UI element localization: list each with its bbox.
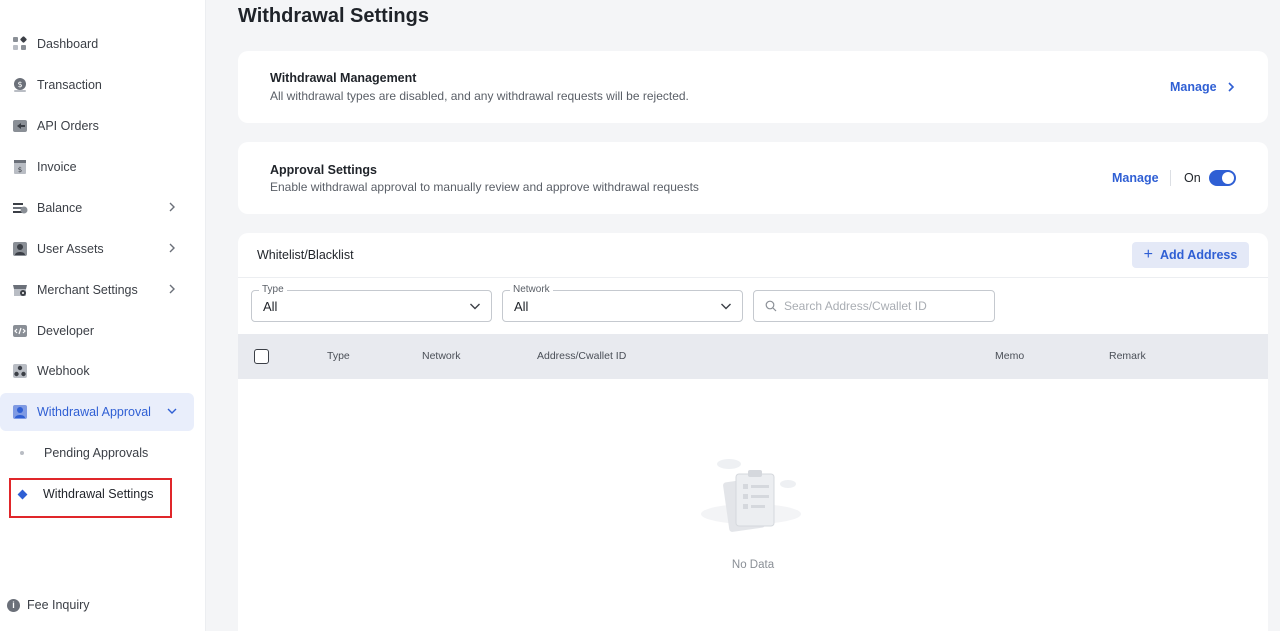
search-icon: [765, 300, 777, 312]
sidebar-item-label: Developer: [37, 324, 94, 338]
svg-text:$: $: [17, 80, 22, 89]
withdrawal-management-description: All withdrawal types are disabled, and a…: [270, 89, 689, 103]
type-select-label: Type: [259, 284, 287, 295]
empty-clipboard-icon: [701, 459, 801, 532]
approval-settings-manage-link[interactable]: Manage: [1112, 171, 1159, 185]
sidebar-item-label: Balance: [37, 201, 83, 215]
withdrawal-management-card: Withdrawal Management All withdrawal typ…: [238, 51, 1268, 123]
sidebar-item-developer[interactable]: Developer: [0, 312, 194, 350]
select-all-checkbox[interactable]: [254, 349, 269, 364]
sidebar-item-label: Transaction: [37, 78, 102, 92]
sidebar-item-api-orders[interactable]: API Orders: [0, 107, 194, 145]
sidebar-item-label: API Orders: [37, 119, 99, 133]
sidebar: Dashboard $ Transaction API Orders $ Inv…: [0, 0, 206, 631]
column-header-memo[interactable]: Memo: [995, 350, 1024, 362]
sidebar-subitem-label: Pending Approvals: [44, 446, 149, 460]
chevron-down-icon: [470, 303, 480, 310]
chevron-right-icon: [169, 284, 175, 294]
sidebar-item-label: Dashboard: [37, 37, 99, 51]
network-select-value: All: [514, 299, 529, 314]
sidebar-item-label: Merchant Settings: [37, 283, 138, 297]
sidebar-item-dashboard[interactable]: Dashboard: [0, 25, 194, 63]
bullet-dot-icon: [20, 451, 24, 455]
type-select[interactable]: Type All: [251, 284, 492, 322]
search-input[interactable]: [784, 299, 984, 313]
fee-inquiry-label: Fee Inquiry: [27, 598, 90, 612]
developer-icon: [12, 323, 28, 339]
add-address-button[interactable]: + Add Address: [1132, 242, 1249, 268]
highlight-box: [9, 478, 172, 518]
sidebar-item-invoice[interactable]: $ Invoice: [0, 148, 194, 186]
search-box: [753, 290, 995, 322]
whitelist-title: Whitelist/Blacklist: [257, 248, 354, 262]
chevron-right-icon: [1227, 82, 1234, 92]
svg-text:$: $: [18, 166, 22, 174]
column-header-type[interactable]: Type: [327, 350, 350, 362]
merchant-settings-icon: [12, 282, 28, 298]
sidebar-item-label: User Assets: [37, 242, 104, 256]
sidebar-item-label: Webhook: [37, 364, 90, 378]
api-orders-icon: [12, 118, 28, 134]
dashboard-icon: [12, 36, 28, 52]
sidebar-item-webhook[interactable]: Webhook: [0, 352, 194, 390]
column-header-remark[interactable]: Remark: [1109, 350, 1146, 362]
plus-icon: +: [1143, 246, 1153, 263]
chevron-right-icon: [169, 202, 175, 212]
column-header-address[interactable]: Address/Cwallet ID: [537, 350, 626, 362]
sidebar-item-withdrawal-approval[interactable]: Withdrawal Approval: [0, 393, 194, 431]
info-icon: i: [7, 598, 20, 612]
vertical-separator: [1170, 170, 1171, 186]
approval-settings-description: Enable withdrawal approval to manually r…: [270, 180, 699, 194]
network-select-label: Network: [510, 284, 553, 295]
table-header: Type Network Address/Cwallet ID Memo Rem…: [238, 334, 1268, 379]
withdrawal-management-title: Withdrawal Management: [270, 71, 417, 85]
sidebar-item-label: Withdrawal Approval: [37, 405, 151, 419]
page-title: Withdrawal Settings: [238, 5, 429, 27]
divider: [238, 277, 1268, 278]
chevron-down-icon: [167, 408, 177, 414]
empty-state-text: No Data: [731, 559, 775, 571]
user-assets-icon: [12, 241, 28, 257]
network-select[interactable]: Network All: [502, 284, 743, 322]
toggle-knob: [1222, 172, 1234, 184]
sidebar-item-label: Invoice: [37, 160, 77, 174]
webhook-icon: [12, 363, 28, 379]
approval-settings-title: Approval Settings: [270, 163, 377, 177]
sidebar-item-merchant-settings[interactable]: Merchant Settings: [0, 271, 194, 309]
invoice-icon: $: [12, 159, 28, 175]
manage-label: Manage: [1170, 80, 1217, 94]
sidebar-subitem-pending-approvals[interactable]: Pending Approvals: [0, 438, 194, 468]
add-address-label: Add Address: [1160, 248, 1238, 262]
sidebar-item-balance[interactable]: Balance: [0, 189, 194, 227]
chevron-right-icon: [169, 243, 175, 253]
type-select-value: All: [263, 299, 278, 314]
toggle-state-label: On: [1184, 171, 1201, 185]
sidebar-item-user-assets[interactable]: User Assets: [0, 230, 194, 268]
approval-settings-card: Approval Settings Enable withdrawal appr…: [238, 142, 1268, 214]
column-header-network[interactable]: Network: [422, 350, 461, 362]
sidebar-item-transaction[interactable]: $ Transaction: [0, 66, 194, 104]
withdrawal-approval-icon: [12, 404, 28, 420]
approval-toggle[interactable]: [1209, 170, 1236, 186]
fee-inquiry-link[interactable]: i Fee Inquiry: [7, 598, 90, 612]
balance-icon: [12, 200, 28, 216]
withdrawal-management-manage-link[interactable]: Manage: [1170, 80, 1237, 94]
transaction-icon: $: [12, 77, 28, 93]
chevron-down-icon: [721, 303, 731, 310]
